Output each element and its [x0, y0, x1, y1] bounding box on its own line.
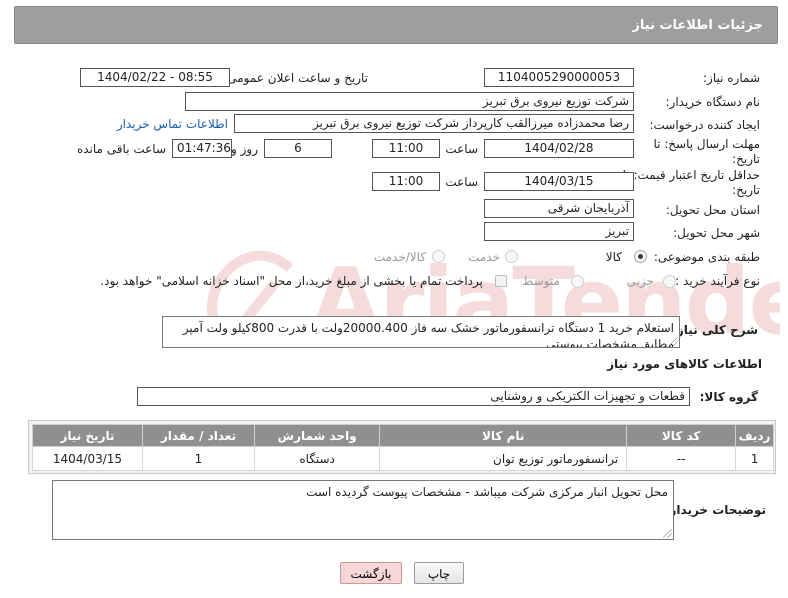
panel-header: جزئیات اطلاعات نیاز: [14, 6, 778, 44]
requester-label: ایجاد کننده درخواست:: [649, 118, 760, 132]
city-label: شهر محل تحویل:: [673, 226, 760, 240]
col-header-code: کد کالا: [626, 424, 737, 447]
validity-time-field: 11:00: [372, 172, 440, 191]
buyer-notes-text: محل تحویل انبار مرکزی شرکت میباشد - مشخص…: [306, 485, 668, 499]
process-option-medium: متوسط: [522, 274, 560, 288]
description-textarea[interactable]: استعلام خرید 1 دستگاه ترانسفورماتور خشک …: [162, 316, 680, 348]
remaining-time-field: 01:47:36: [172, 139, 232, 158]
process-option-minor: جزیی: [626, 274, 654, 288]
requester-field: رضا محمدزاده میرزالقب کارپرداز شرکت توزی…: [234, 114, 634, 133]
cell-code: --: [626, 446, 737, 471]
goods-group-field: قطعات و تجهیزات الکتریکی و روشنایی: [137, 387, 690, 406]
col-header-unit: واحد شمارش: [254, 424, 381, 447]
category-radio-goods[interactable]: [634, 250, 647, 263]
deadline-label: مهلت ارسال پاسخ: تا تاریخ:: [653, 137, 760, 166]
province-field: آذربایجان شرقی: [484, 199, 634, 218]
cell-name: ترانسفورماتور توزیع توان: [379, 446, 628, 471]
items-table: ردیف کد کالا نام کالا واحد شمارش تعداد /…: [32, 424, 774, 471]
table-row: 1 -- ترانسفورماتور توزیع توان دستگاه 1 1…: [32, 446, 774, 471]
panel-title: جزئیات اطلاعات نیاز: [632, 18, 763, 33]
days-field: 6: [264, 139, 332, 158]
province-label: استان محل تحویل:: [665, 203, 760, 217]
process-radio-medium[interactable]: [571, 275, 584, 288]
cell-date: 1404/03/15: [32, 446, 143, 471]
back-button[interactable]: بازگشت: [340, 562, 402, 584]
items-table-header: ردیف کد کالا نام کالا واحد شمارش تعداد /…: [32, 424, 774, 447]
payment-note: پرداخت تمام یا بخشی از مبلغ خرید،از محل …: [100, 274, 483, 288]
buyer-org-field: شرکت توزیع نیروی برق تبریز: [185, 92, 634, 111]
city-field: تبریز: [484, 222, 634, 241]
category-radio-goods-service[interactable]: [432, 250, 445, 263]
announce-field: 1404/02/22 - 08:55: [80, 68, 230, 87]
resize-handle-icon[interactable]: [663, 529, 672, 538]
category-label: طبقه بندی موضوعی:: [653, 250, 760, 264]
process-radio-minor[interactable]: [663, 275, 676, 288]
cell-row: 1: [735, 446, 774, 471]
buyer-notes-label: توضیحات خریدار:: [664, 503, 766, 517]
col-header-row: ردیف: [735, 424, 774, 447]
announce-label: تاریخ و ساعت اعلان عمومی:: [223, 71, 368, 85]
buyer-org-label: نام دستگاه خریدار:: [665, 95, 761, 109]
buyer-contact-link[interactable]: اطلاعات تماس خریدار: [117, 117, 228, 131]
deadline-time-label: ساعت: [445, 142, 478, 156]
validity-time-label: ساعت: [445, 175, 478, 189]
goods-section-title: اطلاعات کالاهای مورد نیاز: [607, 357, 762, 371]
category-option-goods-service: کالا/خدمت: [373, 250, 426, 264]
deadline-date-field: 1404/02/28: [484, 139, 634, 158]
days-label: روز و: [231, 142, 258, 156]
description-text: استعلام خرید 1 دستگاه ترانسفورماتور خشک …: [182, 321, 674, 348]
deadline-time-field: 11:00: [372, 139, 440, 158]
cell-unit: دستگاه: [254, 446, 381, 471]
description-label: شرح کلی نیاز:: [672, 323, 758, 337]
buyer-notes-textarea[interactable]: محل تحویل انبار مرکزی شرکت میباشد - مشخص…: [52, 480, 674, 540]
min-validity-label: حداقل تاریخ اعتبار قیمت: تا تاریخ:: [622, 168, 760, 197]
resize-handle-icon[interactable]: [669, 337, 678, 346]
process-label: نوع فرآیند خرید :: [675, 274, 760, 288]
cell-qty: 1: [141, 446, 256, 471]
category-option-goods: کالا: [605, 250, 622, 264]
need-number-label: شماره نیاز:: [703, 71, 760, 85]
remaining-label: ساعت باقی مانده: [76, 142, 166, 156]
validity-date-field: 1404/03/15: [484, 172, 634, 191]
goods-group-label: گروه کالا:: [699, 390, 758, 404]
col-header-qty: تعداد / مقدار: [141, 424, 256, 447]
col-header-date: تاریخ نیاز: [32, 424, 143, 447]
payment-checkbox[interactable]: [495, 275, 507, 287]
category-option-service: خدمت: [468, 250, 500, 264]
col-header-name: نام کالا: [379, 424, 628, 447]
print-button[interactable]: چاپ: [414, 562, 464, 584]
need-number-field: 1104005290000053: [484, 68, 634, 87]
category-radio-service[interactable]: [505, 250, 518, 263]
